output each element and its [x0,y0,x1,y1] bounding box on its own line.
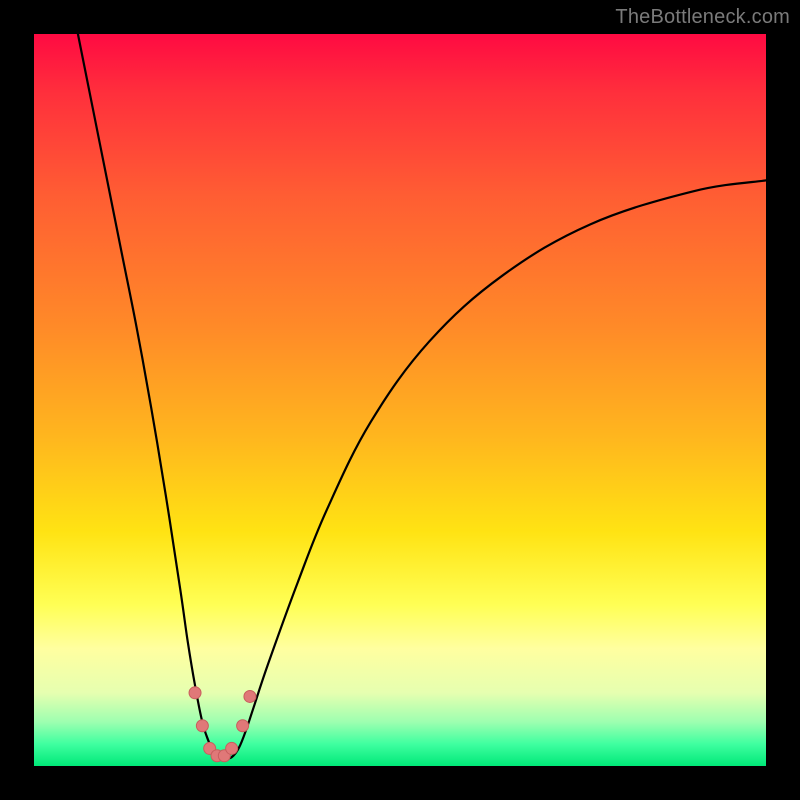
watermark-text: TheBottleneck.com [615,6,790,29]
curve-markers [189,687,256,762]
chart-frame: TheBottleneck.com [0,0,800,800]
curve-svg [34,34,766,766]
plot-area [34,34,766,766]
curve-marker [196,720,208,732]
curve-marker [244,690,256,702]
curve-marker [189,687,201,699]
bottleneck-curve [78,34,766,759]
curve-marker [237,720,249,732]
curve-marker [226,742,238,754]
